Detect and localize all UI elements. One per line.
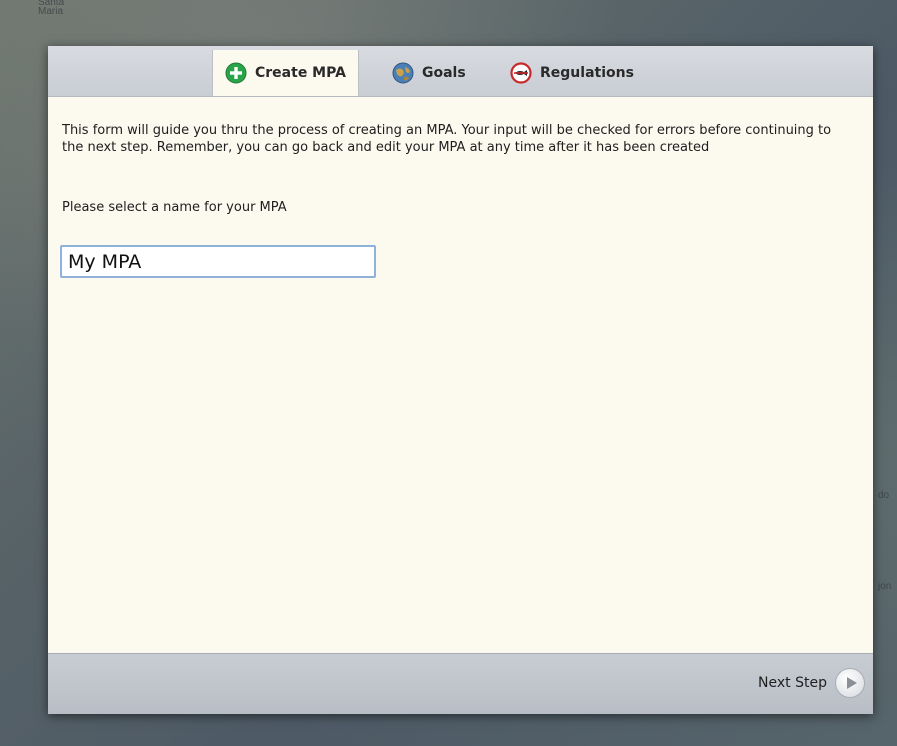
mpa-name-input[interactable] — [60, 245, 376, 278]
no-fishing-icon — [510, 62, 532, 84]
form-intro: This form will guide you thru the proces… — [62, 122, 852, 156]
globe-icon — [392, 62, 414, 84]
name-prompt: Please select a name for your MPA — [62, 200, 287, 215]
next-step-label: Next Step — [758, 675, 827, 691]
tab-goals[interactable]: Goals — [392, 50, 466, 96]
tab-create-mpa-label: Create MPA — [255, 65, 346, 81]
next-step-button[interactable]: Next Step — [758, 668, 865, 698]
map-place-label-right: do — [878, 490, 890, 501]
play-arrow-icon — [835, 668, 865, 698]
tab-goals-label: Goals — [422, 65, 466, 81]
dialog-footer: Next Step — [48, 653, 873, 714]
tab-bar: Create MPA Goals Regulations — [48, 46, 873, 97]
plus-circle-icon — [225, 62, 247, 84]
map-place-label: Santa Maria — [38, 0, 65, 17]
tab-regulations-label: Regulations — [540, 65, 634, 81]
tab-regulations[interactable]: Regulations — [510, 50, 634, 96]
map-place-label-right-2: jon — [878, 581, 892, 592]
intro-text: This form will guide you thru the proces… — [62, 123, 832, 155]
tab-create-mpa[interactable]: Create MPA — [212, 50, 359, 96]
create-mpa-dialog: Create MPA Goals Regulations This form w… — [48, 46, 873, 714]
